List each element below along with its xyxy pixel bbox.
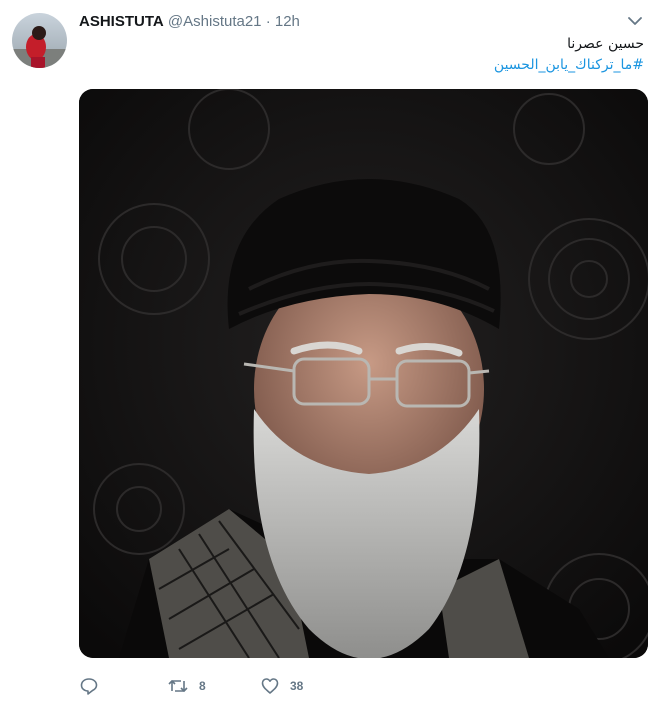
retweet-count: 8 xyxy=(199,679,206,693)
tweet: ASHISTUTA @Ashistuta21 · 12h حسين عصرنا … xyxy=(0,0,656,706)
tweet-header: ASHISTUTA @Ashistuta21 · 12h xyxy=(79,12,616,32)
reply-icon xyxy=(79,676,99,696)
avatar[interactable] xyxy=(12,13,67,68)
tweet-actions: 8 38 xyxy=(79,672,639,700)
like-button[interactable]: 38 xyxy=(260,672,303,700)
retweet-icon xyxy=(167,676,189,696)
like-count: 38 xyxy=(290,679,304,693)
hashtag-link[interactable]: #ما_تركناك_يابن_الحسين xyxy=(84,55,644,76)
chevron-down-icon[interactable] xyxy=(626,12,644,30)
tweet-photo[interactable] xyxy=(79,89,648,658)
tweet-text-line: حسين عصرنا xyxy=(567,36,644,52)
reply-button[interactable] xyxy=(79,672,109,700)
user-handle[interactable]: @Ashistuta21 xyxy=(168,13,262,30)
display-name[interactable]: ASHISTUTA xyxy=(79,13,164,30)
separator-dot: · xyxy=(265,13,271,30)
retweet-button[interactable]: 8 xyxy=(167,672,206,700)
tweet-text: حسين عصرنا #ما_تركناك_يابن_الحسين xyxy=(84,34,644,76)
timestamp[interactable]: 12h xyxy=(275,13,300,30)
heart-icon xyxy=(260,676,280,696)
